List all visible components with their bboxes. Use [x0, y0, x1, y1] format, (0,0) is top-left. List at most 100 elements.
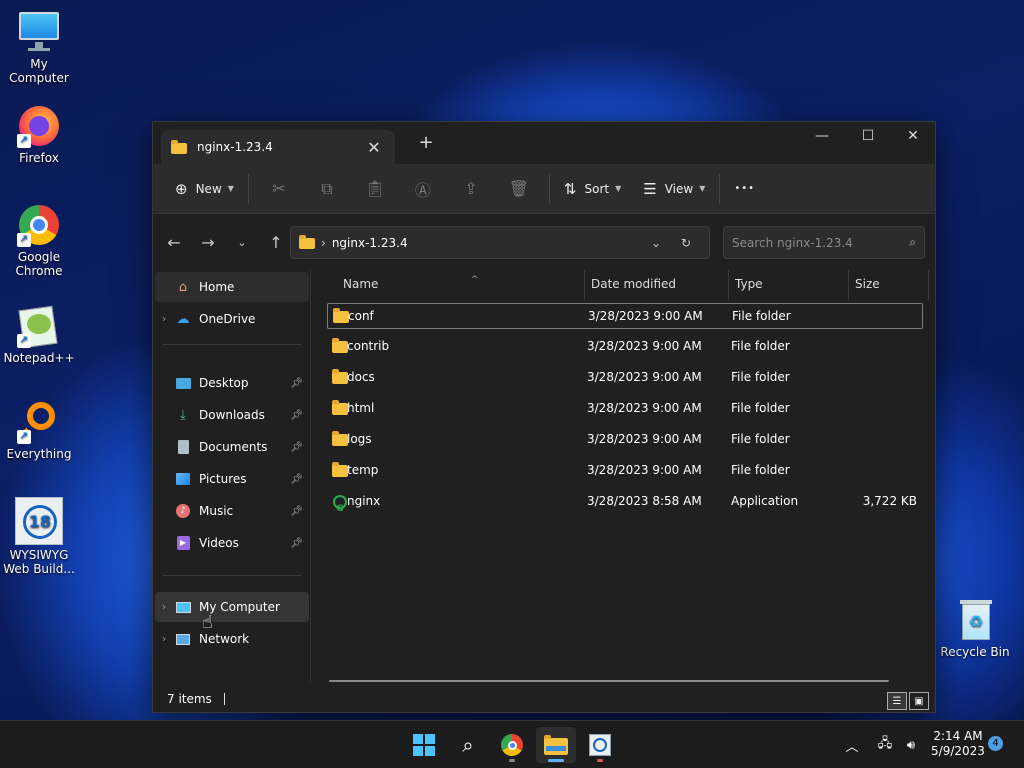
close-window-button[interactable]: ✕: [890, 122, 936, 150]
share-icon: ⇪: [464, 179, 478, 198]
chrome-icon: [501, 734, 523, 756]
back-button[interactable]: ←: [157, 233, 191, 252]
more-options-button[interactable]: •••: [726, 173, 763, 205]
chevron-right-icon[interactable]: ›: [155, 314, 173, 325]
clock-date: 5/9/2023: [931, 744, 985, 758]
address-bar[interactable]: › nginx-1.23.4 ⌄ ↻: [290, 226, 710, 259]
table-row[interactable]: contrib 3/28/2023 9:00 AM File folder: [327, 334, 923, 360]
paste-button[interactable]: 📋︎: [351, 173, 399, 205]
table-row[interactable]: conf 3/28/2023 9:00 AM File folder: [327, 303, 923, 329]
desktop-icon-my-computer[interactable]: My Computer: [1, 10, 77, 85]
desktop-folder-icon: [173, 375, 193, 391]
table-row[interactable]: logs 3/28/2023 9:00 AM File folder: [327, 427, 923, 453]
show-hidden-icons-button[interactable]: ︿: [840, 736, 864, 755]
up-button[interactable]: ↑: [259, 233, 293, 252]
desktop-icon-notepad-plus-plus[interactable]: ↗ Notepad++: [1, 304, 77, 365]
sidebar-item-onedrive[interactable]: › ☁ OneDrive: [155, 304, 309, 334]
table-row[interactable]: docs 3/28/2023 9:00 AM File folder: [327, 365, 923, 391]
desktop-icon-chrome[interactable]: ↗ Google Chrome: [1, 203, 77, 278]
tiles-view-button[interactable]: ▣: [909, 692, 929, 710]
desktop-icon-label: Firefox: [19, 151, 59, 165]
copy-button[interactable]: ⧉: [303, 173, 351, 205]
sidebar-item-downloads[interactable]: ⤓ Downloads 📌︎: [155, 400, 309, 430]
file-date: 3/28/2023 9:00 AM: [587, 370, 702, 384]
new-button[interactable]: ⊕ New ▼: [167, 173, 242, 205]
navigation-pane: ⌂ Home › ☁ OneDrive Desktop 📌︎ ⤓ Downloa…: [153, 270, 311, 682]
minimize-button[interactable]: —: [799, 122, 845, 150]
column-header-size[interactable]: Size: [849, 270, 929, 300]
sidebar-item-desktop[interactable]: Desktop 📌︎: [155, 368, 309, 398]
sidebar-item-videos[interactable]: ▶ Videos 📌︎: [155, 528, 309, 558]
everything-search-icon: ↗: [17, 400, 61, 444]
shortcut-arrow-icon: ↗: [17, 134, 31, 148]
cut-button[interactable]: ✂: [255, 173, 303, 205]
desktop-icon-recycle-bin[interactable]: ♻ Recycle Bin: [937, 598, 1013, 659]
horizontal-scrollbar[interactable]: [329, 680, 889, 682]
column-header-date[interactable]: Date modified: [585, 270, 729, 300]
new-label: New: [195, 181, 222, 196]
new-tab-button[interactable]: +: [415, 132, 437, 156]
table-row[interactable]: temp 3/28/2023 9:00 AM File folder: [327, 458, 923, 484]
sidebar-item-documents[interactable]: Documents 📌︎: [155, 432, 309, 462]
cloud-icon: ☁: [176, 311, 190, 327]
network-status-icon[interactable]: 🖧︎: [872, 734, 898, 756]
chevron-right-icon[interactable]: ›: [155, 634, 173, 645]
close-tab-icon[interactable]: ✕: [363, 138, 385, 157]
address-dropdown-button[interactable]: ⌄: [641, 236, 671, 250]
refresh-button[interactable]: ↻: [671, 236, 701, 250]
sort-button[interactable]: ⇅ Sort ▼: [556, 173, 629, 205]
wysiwyg-icon: [589, 734, 611, 756]
search-button[interactable]: ⌕: [448, 727, 488, 763]
clock[interactable]: 2:14 AM 5/9/2023: [926, 729, 990, 759]
running-indicator: [597, 759, 603, 762]
column-header-type[interactable]: Type: [729, 270, 849, 300]
taskbar-wysiwyg[interactable]: [580, 727, 620, 763]
running-indicator: [548, 759, 564, 762]
windows-logo-icon: [413, 734, 435, 756]
chevron-right-icon[interactable]: ›: [155, 602, 173, 613]
toolbar-divider: [719, 173, 721, 204]
application-icon: G: [332, 494, 348, 514]
share-button[interactable]: ⇪: [447, 173, 495, 205]
desktop-icon-firefox[interactable]: ↗ Firefox: [1, 104, 77, 165]
search-input[interactable]: [732, 235, 910, 250]
sidebar-item-label: Documents: [199, 440, 268, 454]
forward-button[interactable]: →: [191, 233, 225, 252]
sidebar-item-my-computer[interactable]: › My Computer: [155, 592, 309, 622]
desktop-icon-everything[interactable]: ↗ Everything: [1, 400, 77, 461]
pin-icon: 📌︎: [290, 505, 303, 517]
details-view-button[interactable]: ☰: [887, 692, 907, 710]
desktop-icon-label: Google Chrome: [15, 250, 63, 278]
taskbar-chrome[interactable]: [492, 727, 532, 763]
clock-time: 2:14 AM: [933, 729, 983, 743]
breadcrumb-path[interactable]: nginx-1.23.4: [332, 236, 641, 250]
sidebar-item-label: Downloads: [199, 408, 265, 422]
desktop-icon-wysiwyg[interactable]: 18 WYSIWYG Web Build...: [1, 497, 77, 576]
delete-button[interactable]: 🗑︎: [495, 173, 543, 205]
recent-locations-button[interactable]: ⌄: [225, 236, 259, 249]
search-box[interactable]: ⌕: [723, 226, 925, 259]
tab-nginx[interactable]: nginx-1.23.4 ✕: [161, 130, 395, 164]
pin-icon: 📌︎: [290, 441, 303, 453]
column-header-name[interactable]: Name ^: [337, 270, 585, 300]
table-row[interactable]: Gnginx 3/28/2023 8:58 AM Application 3,722 …: [327, 489, 923, 515]
start-button[interactable]: [404, 727, 444, 763]
desktop-icon-label: Notepad++: [3, 351, 75, 365]
volume-icon[interactable]: 🔊︎: [898, 738, 924, 753]
column-header-label: Date modified: [591, 277, 677, 291]
view-button[interactable]: ☰ View ▼: [635, 173, 713, 205]
table-row[interactable]: html 3/28/2023 9:00 AM File folder: [327, 396, 923, 422]
sidebar-item-network[interactable]: › Network: [155, 624, 309, 654]
picture-icon: [173, 471, 193, 487]
file-type: File folder: [732, 309, 791, 323]
maximize-button[interactable]: ☐: [845, 122, 891, 150]
taskbar-file-explorer[interactable]: [536, 727, 576, 763]
breadcrumb-separator-icon: ›: [321, 235, 326, 250]
sidebar-item-music[interactable]: ♪ Music 📌︎: [155, 496, 309, 526]
sidebar-item-pictures[interactable]: Pictures 📌︎: [155, 464, 309, 494]
notification-badge[interactable]: 4: [988, 736, 1003, 751]
rename-button[interactable]: Ⓐ: [399, 173, 447, 205]
toolbar-divider: [247, 173, 249, 204]
sidebar-item-home[interactable]: ⌂ Home: [155, 272, 309, 302]
desktop-icon-label: My Computer: [9, 57, 69, 85]
